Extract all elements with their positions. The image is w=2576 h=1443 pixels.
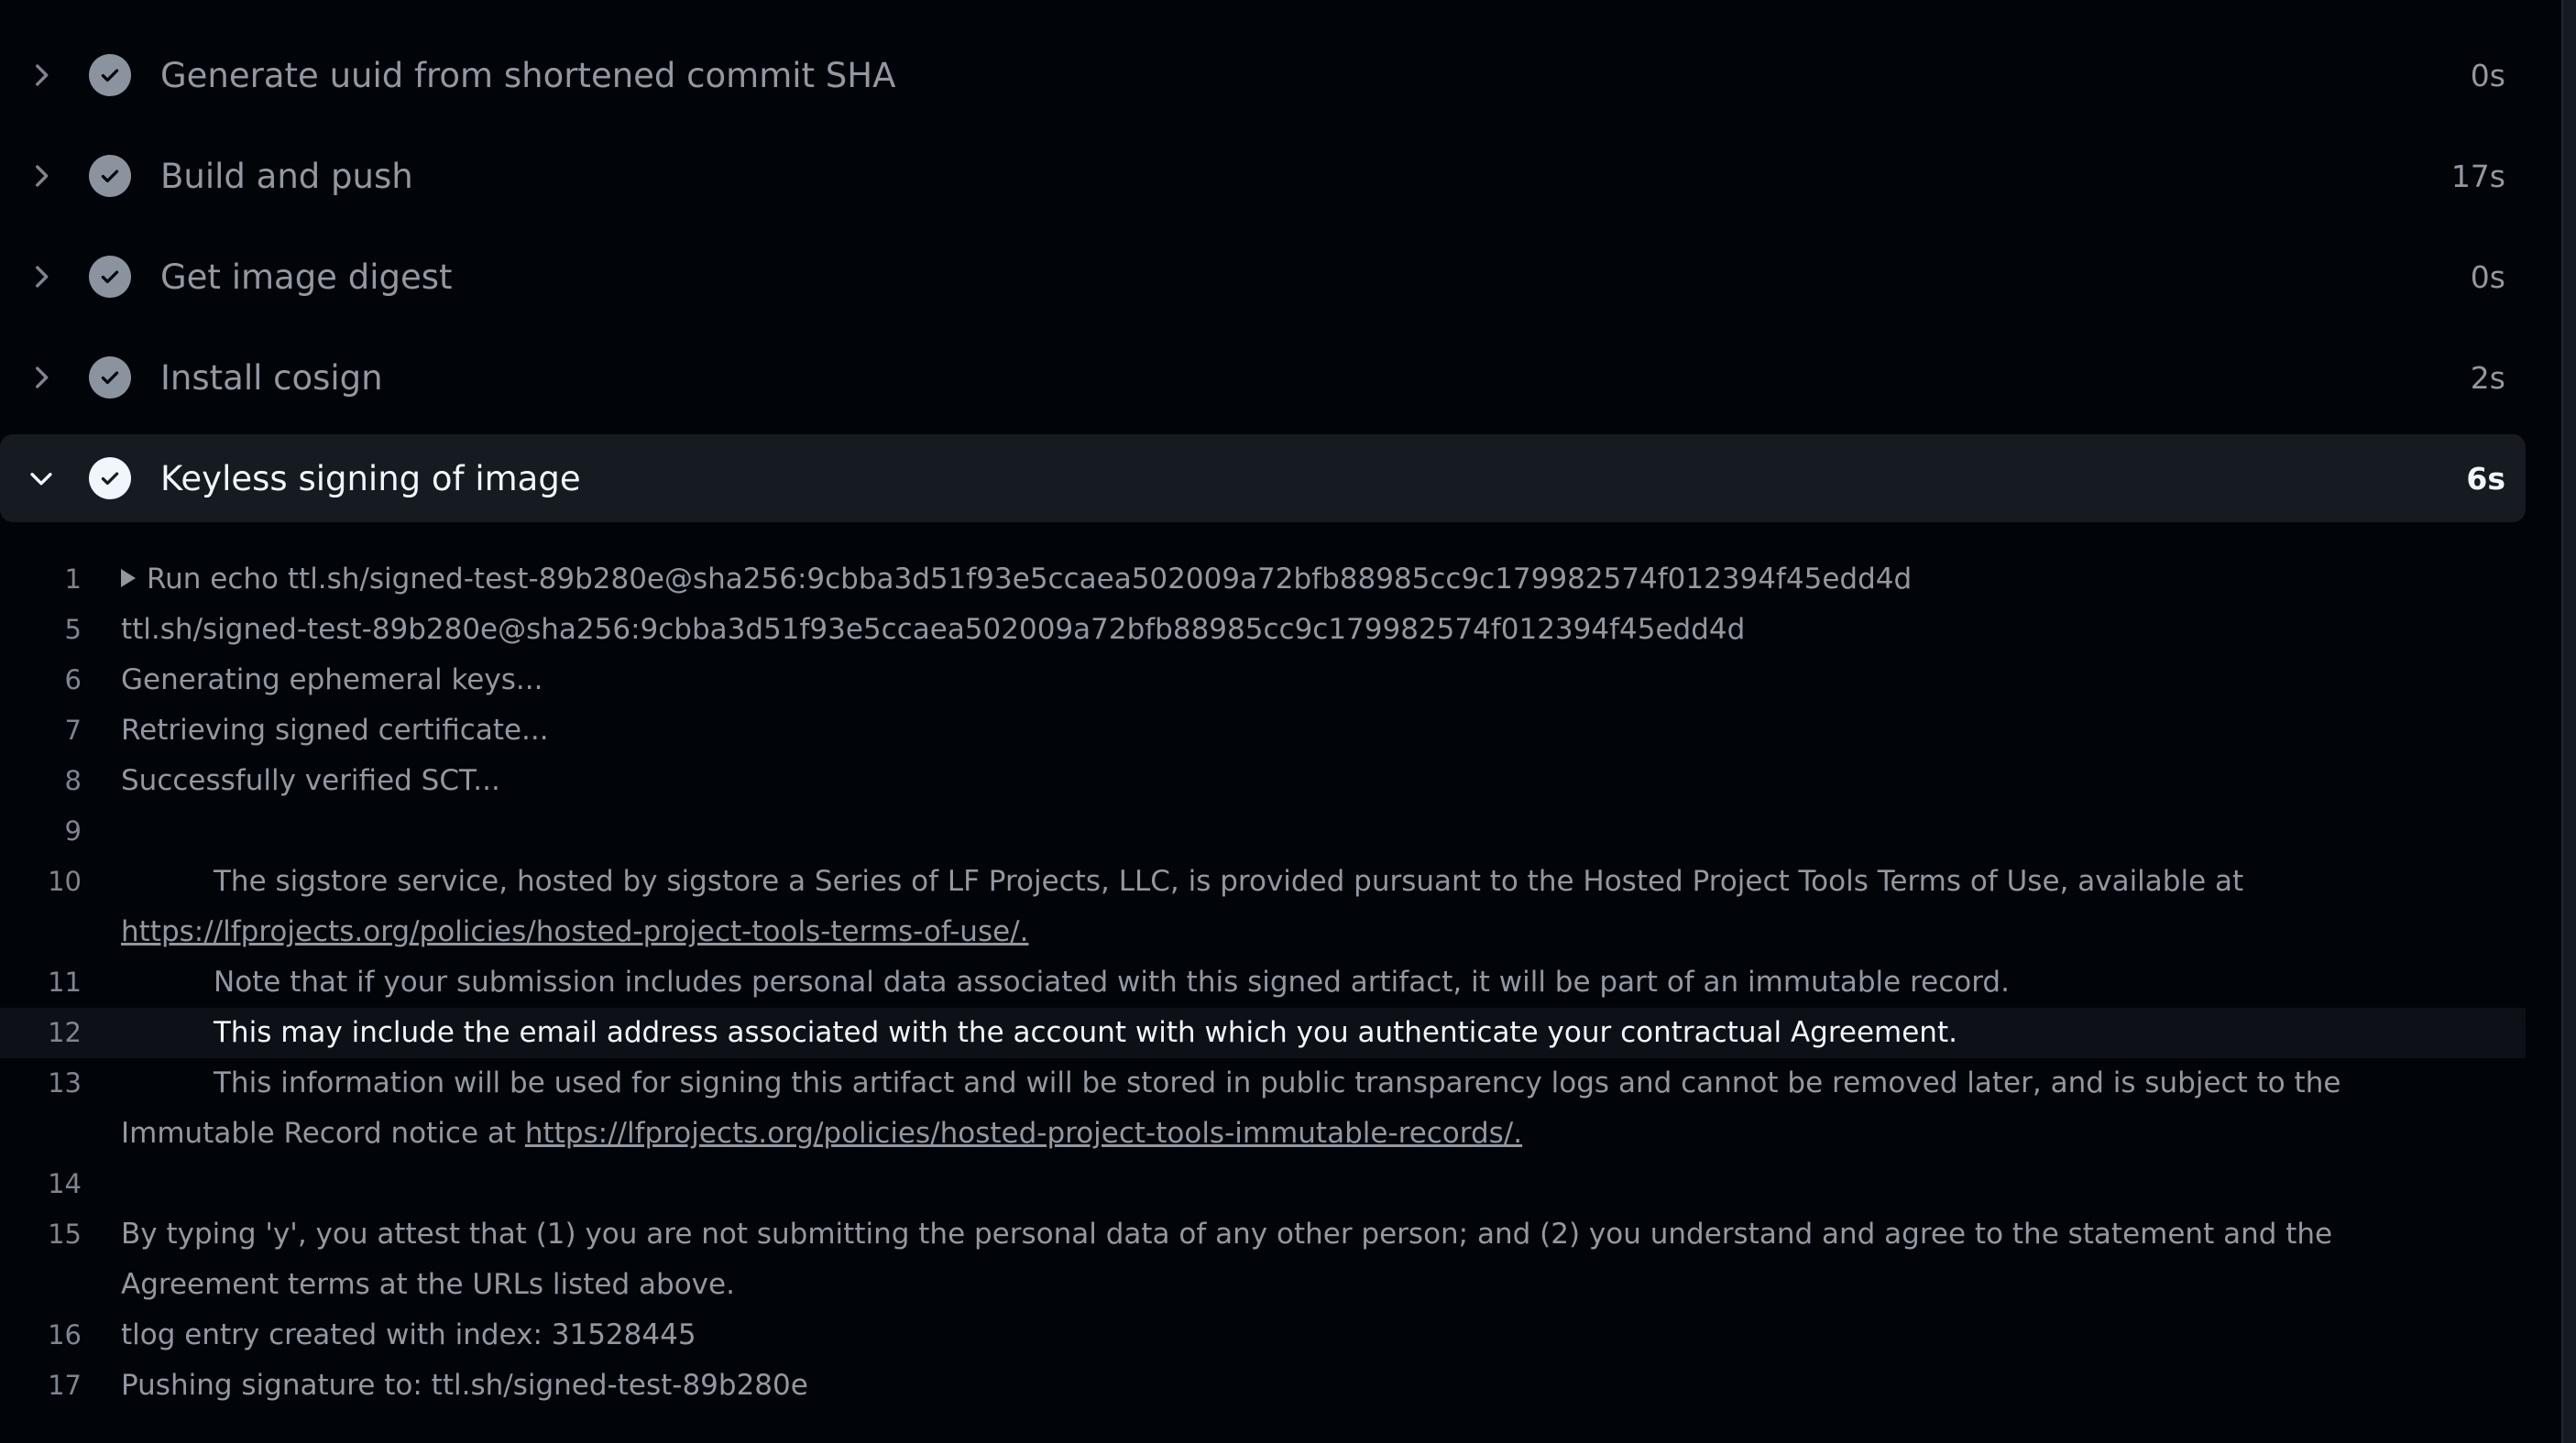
log-text: By typing 'y', you attest that (1) you a…: [121, 1218, 2341, 1301]
log-line: 16 tlog entry created with index: 315284…: [0, 1310, 2526, 1361]
terms-of-use-link[interactable]: https://lfprojects.org/policies/hosted-p…: [121, 915, 1028, 948]
log-text: Retrieving signed certificate...: [121, 714, 549, 747]
check-circle-icon: [89, 256, 131, 298]
line-number[interactable]: 11: [0, 957, 121, 1008]
chevron-right-icon[interactable]: [26, 60, 57, 91]
log-line: 6 Generating ephemeral keys...: [0, 655, 2526, 705]
line-number[interactable]: 6: [0, 655, 121, 705]
log-text: tlog entry created with index: 31528445: [121, 1318, 696, 1351]
line-number[interactable]: 5: [0, 605, 121, 655]
line-number[interactable]: 17: [0, 1361, 121, 1411]
line-number[interactable]: 8: [0, 756, 121, 806]
log-text: Successfully verified SCT...: [121, 764, 500, 797]
line-number[interactable]: 1: [0, 554, 121, 605]
workflow-job-log-page: Generate uuid from shortened commit SHA …: [0, 0, 2576, 1443]
check-circle-icon: [89, 54, 131, 96]
chevron-right-icon[interactable]: [26, 160, 57, 191]
line-number[interactable]: 13: [0, 1058, 121, 1159]
check-circle-icon: [89, 356, 131, 399]
log-line: 17 Pushing signature to: ttl.sh/signed-t…: [0, 1361, 2526, 1411]
log-line: 9: [0, 806, 2526, 857]
line-number[interactable]: 10: [0, 857, 121, 957]
line-number[interactable]: 16: [0, 1310, 121, 1361]
log-line: 15 By typing 'y', you attest that (1) yo…: [0, 1209, 2526, 1310]
step-row[interactable]: Build and push 17s: [0, 132, 2526, 220]
log-text: ttl.sh/signed-test-89b280e@sha256:9cbba3…: [121, 613, 1746, 646]
log-line: 8 Successfully verified SCT...: [0, 756, 2526, 806]
log-text: Run echo ttl.sh/signed-test-89b280e@sha2…: [147, 563, 1913, 596]
step-duration: 0s: [2470, 57, 2505, 93]
log-text: Pushing signature to: ttl.sh/signed-test…: [121, 1369, 808, 1402]
vertical-scrollbar[interactable]: [2561, 0, 2576, 1443]
log-text: This may include the email address assoc…: [214, 1016, 1957, 1049]
step-duration: 0s: [2470, 258, 2505, 295]
step-duration: 2s: [2470, 359, 2505, 396]
log-line: 14: [0, 1159, 2526, 1209]
log-text: Generating ephemeral keys...: [121, 663, 543, 696]
log-text: The sigstore service, hosted by sigstore…: [214, 865, 2253, 898]
step-duration: 6s: [2466, 460, 2505, 497]
chevron-right-icon[interactable]: [26, 362, 57, 393]
log-line-highlighted: 12 This may include the email address as…: [0, 1008, 2526, 1058]
chevron-right-icon[interactable]: [26, 261, 57, 292]
step-title: Get image digest: [160, 257, 453, 297]
step-row-expanded[interactable]: Keyless signing of image 6s: [0, 434, 2526, 522]
step-title: Keyless signing of image: [160, 458, 581, 498]
line-number[interactable]: 14: [0, 1159, 121, 1209]
chevron-down-icon[interactable]: [26, 463, 57, 494]
line-number[interactable]: 7: [0, 705, 121, 756]
triangle-right-icon[interactable]: [121, 568, 136, 587]
step-row[interactable]: Get image digest 0s: [0, 233, 2526, 321]
log-line: 5 ttl.sh/signed-test-89b280e@sha256:9cbb…: [0, 605, 2526, 655]
line-number[interactable]: 12: [0, 1008, 121, 1058]
check-circle-icon: [89, 155, 131, 197]
step-title: Build and push: [160, 156, 413, 196]
log-line: 10 The sigstore service, hosted by sigst…: [0, 857, 2526, 957]
log-text: Note that if your submission includes pe…: [214, 966, 2010, 999]
step-title: Generate uuid from shortened commit SHA: [160, 55, 896, 95]
log-line: 7 Retrieving signed certificate...: [0, 705, 2526, 756]
line-number[interactable]: 9: [0, 806, 121, 857]
log-line[interactable]: 1 Run echo ttl.sh/signed-test-89b280e@sh…: [0, 554, 2526, 605]
check-circle-icon: [89, 457, 131, 499]
log-line: 11 Note that if your submission includes…: [0, 957, 2526, 1008]
step-row[interactable]: Generate uuid from shortened commit SHA …: [0, 31, 2526, 119]
immutable-records-link[interactable]: https://lfprojects.org/policies/hosted-p…: [525, 1117, 1522, 1150]
log-line: 13 This information will be used for sig…: [0, 1058, 2526, 1159]
line-number[interactable]: 15: [0, 1209, 121, 1310]
step-duration: 17s: [2450, 158, 2505, 194]
step-row[interactable]: Install cosign 2s: [0, 333, 2526, 421]
step-log: 1 Run echo ttl.sh/signed-test-89b280e@sh…: [0, 554, 2526, 1411]
step-title: Install cosign: [160, 357, 383, 398]
